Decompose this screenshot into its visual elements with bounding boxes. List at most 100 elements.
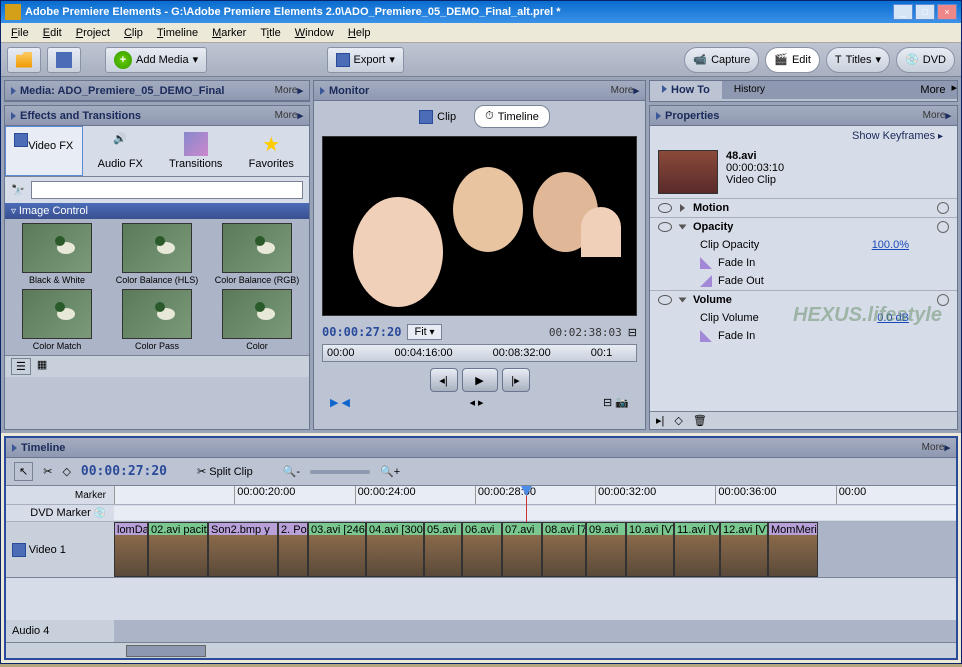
- timeline-clip[interactable]: 10.avi [V]: [626, 522, 674, 577]
- chevron-down-icon[interactable]: [679, 298, 687, 303]
- timeline-clip[interactable]: 07.avi: [502, 522, 542, 577]
- fx-item[interactable]: Color Balance (HLS): [109, 223, 205, 285]
- playhead[interactable]: [526, 486, 527, 522]
- cat-audio-fx[interactable]: 🔊Audio FX: [83, 126, 159, 176]
- timeline-clip[interactable]: 08.avi [7: [542, 522, 586, 577]
- cat-favorites[interactable]: ★Favorites: [234, 126, 310, 176]
- grid-view-icon[interactable]: ▦: [37, 358, 47, 375]
- selection-tool[interactable]: ↖: [14, 462, 33, 481]
- chevron-right-icon[interactable]: [680, 204, 685, 212]
- vol-fade-in-row[interactable]: Fade In: [650, 327, 957, 345]
- fx-item[interactable]: Color Balance (RGB): [209, 223, 305, 285]
- timeline-clip[interactable]: 11.avi [V: [674, 522, 720, 577]
- timeline-clip[interactable]: 04.avi [300%: [366, 522, 424, 577]
- prop-volume-row[interactable]: Volume: [650, 290, 957, 309]
- audio-track[interactable]: [114, 620, 956, 642]
- camera-icon[interactable]: 📷: [615, 397, 629, 409]
- fx-item[interactable]: Color Pass: [109, 289, 205, 351]
- zoom-out-button[interactable]: 🔍-: [283, 465, 300, 478]
- timeline-clip[interactable]: 2. Pos: [278, 522, 308, 577]
- prop-motion-row[interactable]: Motion: [650, 198, 957, 217]
- next-frame-button[interactable]: ▸: [478, 397, 484, 409]
- menu-file[interactable]: File: [5, 25, 35, 41]
- fx-group-header[interactable]: ▿ Image Control: [5, 203, 309, 219]
- show-keyframes-link[interactable]: Show Keyframes ▸: [650, 126, 957, 146]
- list-view-icon[interactable]: ☰: [11, 358, 31, 375]
- timeline-clip[interactable]: 09.avi: [586, 522, 626, 577]
- monitor-zoom-select[interactable]: Fit ▾: [407, 324, 441, 340]
- stopwatch-icon[interactable]: [937, 221, 949, 233]
- media-panel-header[interactable]: Media: ADO_Premiere_05_DEMO_Final More ▸: [5, 81, 309, 101]
- props-more[interactable]: More: [923, 110, 946, 121]
- prop-opacity-row[interactable]: Opacity: [650, 217, 957, 236]
- titles-button[interactable]: T Titles ▾: [826, 47, 890, 73]
- effects-more[interactable]: More: [275, 110, 298, 121]
- media-more[interactable]: More: [275, 85, 298, 96]
- open-button[interactable]: [7, 47, 41, 73]
- fade-in-row[interactable]: Fade In: [650, 254, 957, 272]
- razor-tool[interactable]: ✂: [43, 465, 52, 478]
- chevron-down-icon[interactable]: [679, 225, 687, 230]
- save-button[interactable]: [47, 47, 81, 73]
- timeline-more[interactable]: More: [922, 442, 945, 453]
- menu-marker[interactable]: Marker: [206, 25, 252, 41]
- volume-value[interactable]: 0.0 dB: [877, 312, 909, 324]
- fx-item[interactable]: Color: [209, 289, 305, 351]
- effects-search-input[interactable]: [31, 181, 303, 199]
- menu-edit[interactable]: Edit: [37, 25, 68, 41]
- dvd-marker-track[interactable]: [114, 506, 956, 520]
- step-back-button[interactable]: ◂|: [430, 368, 458, 392]
- timeline-clip[interactable]: 12.avi [V]: [720, 522, 768, 577]
- menu-clip[interactable]: Clip: [118, 25, 149, 41]
- stopwatch-icon[interactable]: [937, 294, 949, 306]
- timeline-clip[interactable]: Son2.bmp y: [208, 522, 278, 577]
- export-button[interactable]: Export ▾: [327, 47, 404, 73]
- fade-out-row[interactable]: Fade Out: [650, 272, 957, 290]
- timeline-clip[interactable]: 06.avi: [462, 522, 502, 577]
- trash-icon[interactable]: 🗑: [693, 414, 707, 427]
- audio-track-header[interactable]: Audio 4: [6, 620, 114, 642]
- out-point-icon[interactable]: ◀: [342, 397, 350, 409]
- eye-icon[interactable]: [658, 203, 672, 213]
- timeline-clip[interactable]: 02.avi pacity: [148, 522, 208, 577]
- goto-prev-icon[interactable]: ▸|: [656, 414, 664, 427]
- stopwatch-icon[interactable]: [937, 202, 949, 214]
- menu-project[interactable]: Project: [70, 25, 116, 41]
- monitor-timeline-tab[interactable]: ⏱Timeline: [474, 105, 550, 128]
- timeline-clip[interactable]: 03.avi [246.2: [308, 522, 366, 577]
- close-button[interactable]: ×: [937, 4, 957, 20]
- monitor-more[interactable]: More: [611, 85, 634, 96]
- menu-timeline[interactable]: Timeline: [151, 25, 204, 41]
- fx-item[interactable]: Black & White: [9, 223, 105, 285]
- history-tab[interactable]: History: [722, 81, 777, 99]
- monitor-timecode-left[interactable]: 00:00:27:20: [322, 325, 401, 339]
- menu-title[interactable]: Title: [254, 25, 286, 41]
- timeline-clip[interactable]: 05.avi: [424, 522, 462, 577]
- eye-icon[interactable]: [658, 222, 672, 232]
- zoom-slider[interactable]: [310, 470, 370, 474]
- maximize-button[interactable]: □: [915, 4, 935, 20]
- eye-icon[interactable]: [658, 295, 672, 305]
- prev-frame-button[interactable]: ◂: [469, 397, 475, 409]
- fx-item[interactable]: Color Match: [9, 289, 105, 351]
- add-media-button[interactable]: +Add Media ▾: [105, 47, 207, 73]
- scrollbar-thumb[interactable]: [126, 645, 206, 657]
- timeline-scrollbar[interactable]: [6, 642, 956, 658]
- menu-help[interactable]: Help: [342, 25, 377, 41]
- timeline-ruler[interactable]: 00:00:20:0000:00:24:0000:00:28:0000:00:3…: [114, 486, 956, 504]
- monitor-ruler[interactable]: 00:00 00:04:16:00 00:08:32:00 00:1: [322, 344, 637, 362]
- cat-video-fx[interactable]: Video FX: [5, 126, 83, 176]
- video-track-header[interactable]: Video 1: [6, 522, 114, 577]
- howto-more[interactable]: More: [914, 81, 951, 99]
- monitor-preview[interactable]: [322, 136, 637, 316]
- video-track[interactable]: lomDa02.avi pacitySon2.bmp y2. Pos03.avi…: [114, 522, 956, 577]
- timeline-clip[interactable]: lomDa: [114, 522, 148, 577]
- opacity-value[interactable]: 100.0%: [872, 239, 909, 251]
- in-point-icon[interactable]: ▶: [330, 397, 338, 409]
- marker-tool[interactable]: ◇: [62, 465, 70, 478]
- add-kf-icon[interactable]: ◇: [674, 414, 682, 427]
- dvd-button[interactable]: 💿 DVD: [896, 47, 955, 73]
- freeze-frame-icon[interactable]: ⊟: [603, 397, 612, 409]
- capture-button[interactable]: 📹 Capture: [684, 47, 759, 73]
- split-clip-button[interactable]: ✂ Split Clip: [197, 465, 253, 478]
